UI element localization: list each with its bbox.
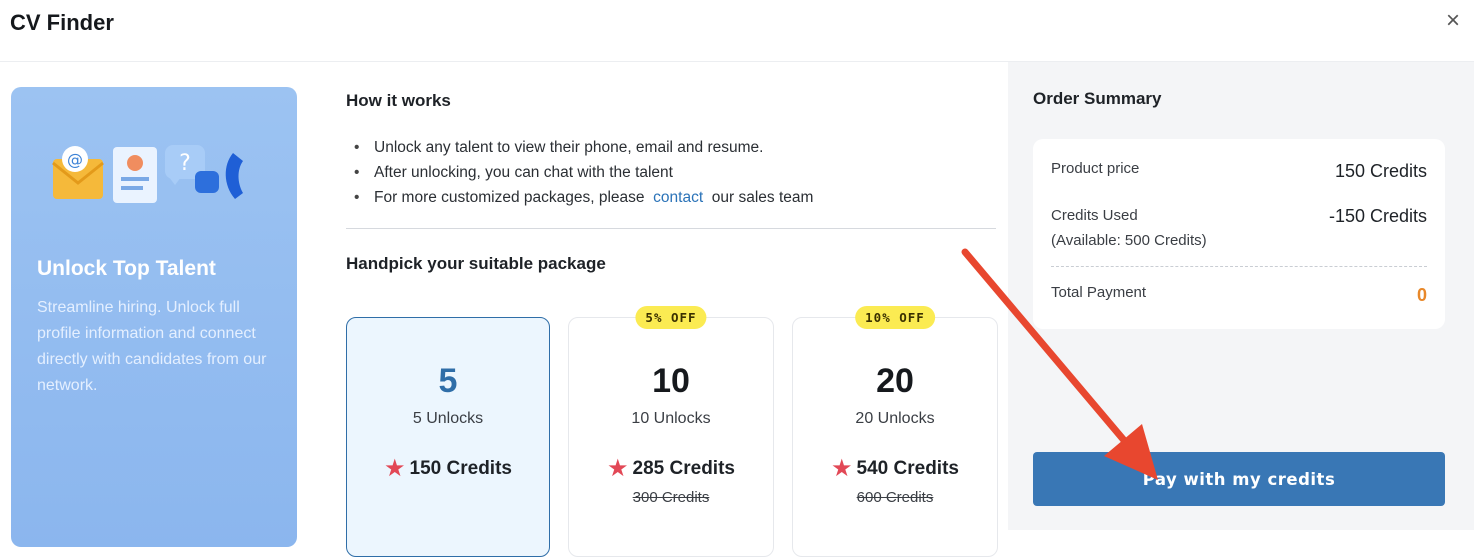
credits-used-row: Credits Used (Available: 500 Credits) -1… bbox=[1051, 203, 1427, 253]
order-summary-pane: Order Summary Product price 150 Credits … bbox=[1008, 62, 1474, 530]
phone-icon bbox=[225, 153, 243, 199]
resume-icon bbox=[113, 147, 157, 203]
package-original-price: 600 Credits bbox=[856, 489, 934, 506]
package-unlocks: 10 Unlocks bbox=[631, 410, 711, 427]
contact-link[interactable]: contact bbox=[653, 189, 703, 206]
package-unlocks: 20 Unlocks bbox=[855, 410, 935, 427]
package-credits: ★ 150 Credits bbox=[384, 455, 512, 482]
promo-description: Streamline hiring. Unlock full profile i… bbox=[37, 299, 267, 394]
total-payment-row: Total Payment 0 bbox=[1051, 284, 1427, 305]
star-icon: ★ bbox=[384, 455, 406, 482]
product-price-label: Product price bbox=[1051, 160, 1140, 177]
package-count: 5 bbox=[438, 362, 458, 400]
star-icon: ★ bbox=[607, 455, 629, 482]
product-price-row: Product price 150 Credits bbox=[1051, 160, 1427, 181]
close-icon[interactable]: × bbox=[1446, 9, 1460, 33]
contact-text-prefix: For more customized packages, please bbox=[374, 189, 645, 206]
order-summary-title: Order Summary bbox=[1033, 89, 1162, 108]
credits-available: (Available: 500 Credits) bbox=[1051, 232, 1207, 249]
how-it-works-list: Unlock any talent to view their phone, e… bbox=[346, 135, 813, 210]
order-summary-card: Product price 150 Credits Credits Used (… bbox=[1033, 139, 1445, 329]
svg-text:@: @ bbox=[67, 150, 83, 169]
package-credits: ★ 540 Credits bbox=[831, 455, 959, 482]
package-original-price: 300 Credits bbox=[632, 489, 710, 506]
list-item: Unlock any talent to view their phone, e… bbox=[346, 135, 813, 160]
total-payment-value: 0 bbox=[1416, 285, 1427, 305]
promo-heading: Unlock Top Talent bbox=[37, 257, 216, 280]
question-bubble-icon: ? bbox=[165, 145, 219, 193]
divider bbox=[346, 228, 996, 229]
dialog-title: CV Finder bbox=[10, 10, 114, 35]
packages-title: Handpick your suitable package bbox=[346, 254, 606, 273]
package-credits: ★ 285 Credits bbox=[607, 455, 735, 482]
dialog-header: CV Finder × bbox=[0, 0, 1474, 62]
promo-card: @ ? Unlock Top Talent Streamline hiring.… bbox=[11, 87, 297, 547]
credits-used-value: -150 Credits bbox=[1328, 206, 1427, 226]
total-payment-label: Total Payment bbox=[1051, 284, 1147, 301]
list-item: For more customized packages, please con… bbox=[346, 185, 813, 210]
star-icon: ★ bbox=[831, 455, 853, 482]
discount-badge: 10% OFF bbox=[855, 306, 935, 329]
discount-badge: 5% OFF bbox=[635, 306, 707, 329]
packages-section: How it works Unlock any talent to view t… bbox=[346, 62, 998, 557]
package-unlocks: 5 Unlocks bbox=[412, 410, 484, 427]
how-it-works-title: How it works bbox=[346, 91, 451, 110]
divider bbox=[1051, 266, 1427, 267]
svg-text:?: ? bbox=[179, 151, 191, 176]
contact-text-suffix: our sales team bbox=[711, 189, 814, 206]
package-card-5[interactable]: 5 5 Unlocks ★ 150 Credits bbox=[346, 317, 550, 557]
list-item: After unlocking, you can chat with the t… bbox=[346, 160, 813, 185]
promo-illustration: @ ? bbox=[52, 145, 243, 203]
pay-with-credits-button[interactable]: Pay with my credits bbox=[1033, 452, 1445, 506]
product-price-value: 150 Credits bbox=[1334, 161, 1427, 181]
package-card-20[interactable]: 10% OFF 20 20 Unlocks ★ 540 Credits 600 C… bbox=[792, 306, 998, 557]
package-card-10[interactable]: 5% OFF 10 10 Unlocks ★ 285 Credits 300 Cr… bbox=[568, 306, 774, 557]
package-count: 10 bbox=[652, 362, 690, 400]
envelope-icon: @ bbox=[52, 146, 104, 199]
package-count: 20 bbox=[876, 362, 914, 400]
